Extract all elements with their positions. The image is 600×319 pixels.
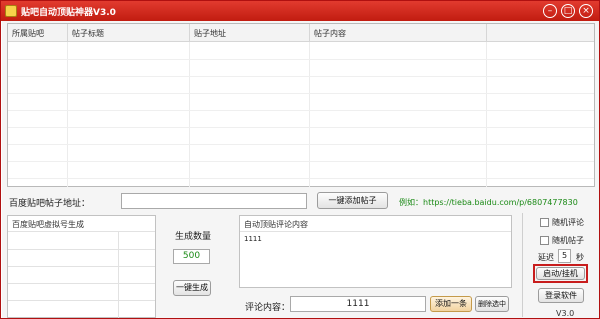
window-title: 贴吧自动顶贴神器V3.0 bbox=[21, 8, 116, 18]
post-url-input[interactable] bbox=[121, 193, 307, 209]
comment-input[interactable]: 1111 bbox=[290, 296, 426, 312]
random-post-checkbox[interactable] bbox=[540, 236, 549, 245]
maximize-icon[interactable]: □ bbox=[561, 4, 575, 18]
virtual-accounts-title: 百度贴吧虚拟号生成 bbox=[12, 220, 84, 229]
column-header-title[interactable]: 帖子标题 bbox=[72, 28, 104, 39]
comments-panel[interactable]: 自动顶贴评论内容 1111 bbox=[239, 215, 512, 288]
random-post-label[interactable]: 随机帖子 bbox=[552, 235, 584, 246]
generate-count-label: 生成数量 bbox=[175, 232, 212, 242]
delete-selected-button[interactable]: 删除选中 bbox=[475, 296, 509, 312]
add-comment-button[interactable]: 添加一条 bbox=[430, 296, 472, 312]
comments-title: 自动顶贴评论内容 bbox=[244, 220, 308, 229]
column-header-content[interactable]: 帖子内容 bbox=[314, 28, 346, 39]
minimize-icon[interactable]: – bbox=[543, 4, 557, 18]
column-header-forum[interactable]: 所属贴吧 bbox=[12, 28, 44, 39]
virtual-accounts-panel[interactable]: 百度贴吧虚拟号生成 bbox=[7, 215, 156, 318]
login-button[interactable]: 登录软件 bbox=[538, 288, 584, 303]
add-post-button[interactable]: 一键添加帖子 bbox=[317, 192, 388, 209]
main-window: 贴吧自动顶贴神器V3.0 – □ × 所属贴吧 帖子标题 贴子地址 帖子内容 百… bbox=[0, 0, 600, 319]
delay-unit: 秒 bbox=[576, 253, 584, 262]
generate-count-input[interactable]: 500 bbox=[173, 249, 210, 264]
random-comment-checkbox[interactable] bbox=[540, 218, 549, 227]
close-icon[interactable]: × bbox=[579, 4, 593, 18]
post-url-label: 百度贴吧帖子地址： bbox=[9, 199, 91, 209]
start-hangup-button[interactable]: 启动/挂机 bbox=[536, 267, 585, 280]
comment-list-item[interactable]: 1111 bbox=[244, 235, 262, 243]
delay-label: 延迟 bbox=[538, 253, 554, 262]
options-separator bbox=[522, 213, 523, 317]
app-icon bbox=[5, 5, 17, 17]
post-list-grid[interactable]: 所属贴吧 帖子标题 贴子地址 帖子内容 bbox=[7, 23, 595, 187]
random-comment-label[interactable]: 随机评论 bbox=[552, 217, 584, 228]
delay-input[interactable]: 5 bbox=[558, 249, 571, 263]
version-label: V3.0 bbox=[556, 309, 575, 318]
column-header-url[interactable]: 贴子地址 bbox=[194, 28, 226, 39]
comment-input-label: 评论内容： bbox=[245, 303, 291, 313]
title-bar[interactable]: 贴吧自动顶贴神器V3.0 – □ × bbox=[1, 1, 599, 21]
example-url-text: 例如：https://tieba.baidu.com/p/6807477830 bbox=[399, 198, 578, 207]
generate-button[interactable]: 一键生成 bbox=[173, 280, 211, 296]
grid-header: 所属贴吧 帖子标题 贴子地址 帖子内容 bbox=[8, 24, 594, 42]
